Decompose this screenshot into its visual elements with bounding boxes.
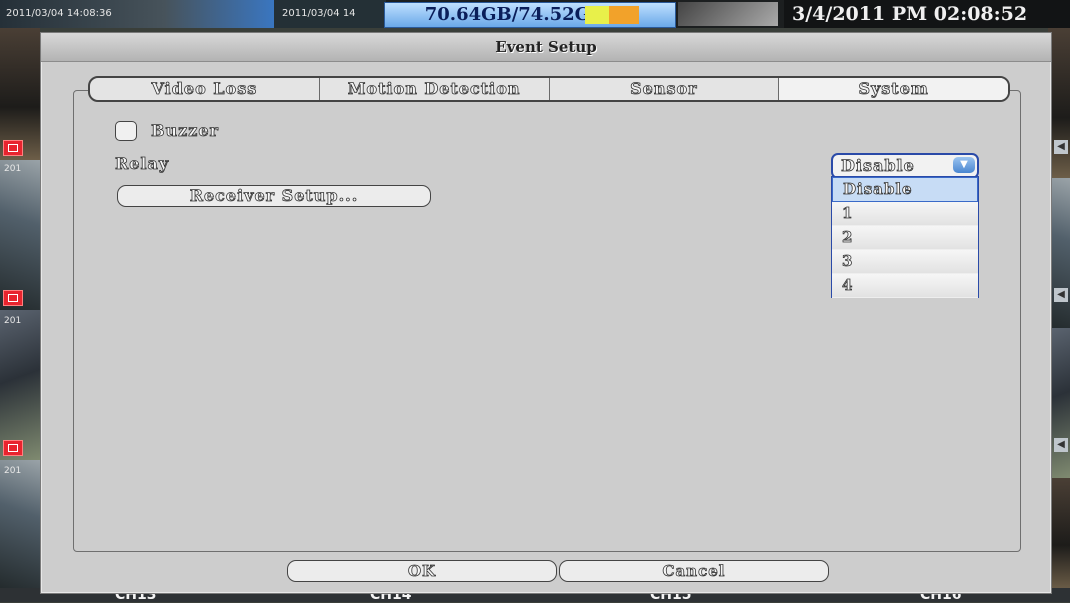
- record-icon: [3, 290, 23, 306]
- camera-timestamp: 201: [4, 316, 22, 326]
- camera-timestamp: 201: [4, 466, 22, 476]
- camera-timestamp-mid: 2011/03/04 14: [274, 0, 386, 28]
- relay-label: Relay: [115, 154, 170, 174]
- relay-option-2[interactable]: 2: [832, 226, 978, 250]
- tab-system[interactable]: System: [779, 78, 1008, 100]
- camera-image: [0, 160, 40, 310]
- status-bar: 2011/03/04 14:08:36 2011/03/04 14 70.64G…: [0, 0, 1070, 28]
- relay-option-3[interactable]: 3: [832, 250, 978, 274]
- buzzer-label: Buzzer: [151, 121, 219, 141]
- record-icon: [3, 440, 23, 456]
- tab-sensor[interactable]: Sensor: [550, 78, 780, 100]
- cancel-button[interactable]: Cancel: [559, 560, 829, 582]
- speaker-icon: ◀: [1054, 438, 1068, 452]
- tab-motion-detection[interactable]: Motion Detection: [320, 78, 550, 100]
- system-clock: 3/4/2011 PM 02:08:52: [784, 0, 1070, 28]
- buzzer-checkbox[interactable]: [115, 121, 137, 141]
- chevron-down-icon[interactable]: ▼: [953, 157, 975, 173]
- camera-timestamp: 201: [4, 164, 22, 174]
- camera-feed-left-4[interactable]: 201: [0, 460, 40, 590]
- receiver-setup-button[interactable]: Receiver Setup...: [117, 185, 431, 207]
- record-icon: [3, 140, 23, 156]
- speaker-icon: ◀: [1054, 288, 1068, 302]
- dialog-title: Event Setup: [41, 33, 1051, 62]
- hdd-usage-indicator: 70.64GB/74.52GB: [384, 2, 676, 28]
- event-setup-dialog: Event Setup Video Loss Motion Detection …: [40, 32, 1052, 594]
- tab-video-loss[interactable]: Video Loss: [90, 78, 320, 100]
- relay-selected-value: Disable: [841, 156, 915, 176]
- camera-feed-left-1[interactable]: [0, 28, 40, 160]
- camera-timestamp-left: 2011/03/04 14:08:36: [0, 0, 274, 28]
- activity-graph: [678, 2, 778, 26]
- relay-options-list: Disable 1 2 3 4: [831, 176, 979, 298]
- relay-option-4[interactable]: 4: [832, 274, 978, 298]
- relay-option-disable[interactable]: Disable: [832, 177, 978, 202]
- camera-feed-left-3[interactable]: 201: [0, 310, 40, 460]
- camera-feed-left-2[interactable]: 201: [0, 160, 40, 310]
- camera-image: [0, 460, 40, 590]
- camera-image: [0, 310, 40, 460]
- relay-option-1[interactable]: 1: [832, 202, 978, 226]
- speaker-icon: ◀: [1054, 140, 1068, 154]
- tab-bar: Video Loss Motion Detection Sensor Syste…: [88, 76, 1010, 102]
- ok-button[interactable]: OK: [287, 560, 557, 582]
- hdd-usage-bar-segment: [609, 6, 639, 24]
- hdd-usage-bar-segment: [585, 6, 609, 24]
